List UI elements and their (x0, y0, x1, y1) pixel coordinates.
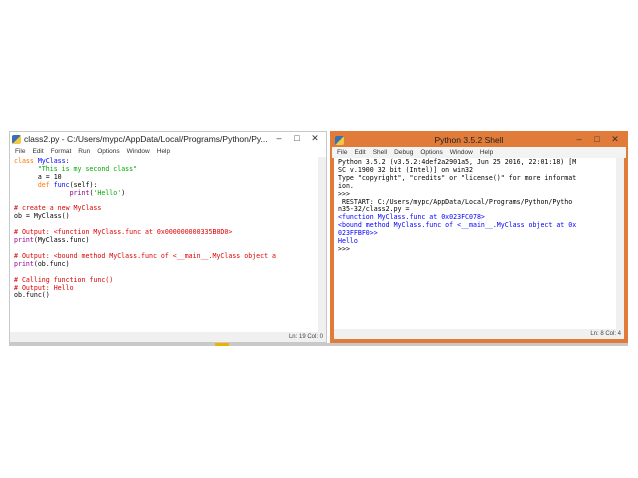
code-editor-area[interactable]: class MyClass: "This is my second class"… (10, 157, 318, 332)
code-line: Type "copyright", "credits" or "license(… (338, 173, 614, 183)
code-line: print('Hello') (14, 188, 314, 198)
maximize-icon[interactable]: □ (288, 133, 306, 144)
code-line: ion. (338, 181, 614, 191)
code-token: (MyClass.func) (33, 236, 90, 245)
code-line: # Output: Hello (14, 283, 314, 293)
editor-titlebar[interactable]: class2.py - C:/Users/mypc/AppData/Local/… (10, 132, 326, 146)
code-line: 023FFBF0>> (338, 229, 614, 238)
shell-scrollbar[interactable] (616, 158, 624, 331)
code-token: # Output: <bound method MyClass.func of … (14, 251, 277, 260)
code-token: RESTART: C:/Users/mypc/AppData/Local/Pro… (338, 197, 573, 206)
code-token: Python 3.5.2 (v3.5.2:4def2a2901a5, Jun 2… (338, 158, 577, 166)
code-token: ob.func() (14, 291, 50, 300)
minimize-icon[interactable]: – (270, 133, 288, 144)
minimize-icon[interactable]: – (570, 134, 588, 145)
code-token: a = 10 (14, 172, 62, 181)
code-line: print(MyClass.func) (14, 236, 314, 245)
menu-window[interactable]: Window (127, 148, 150, 155)
code-token: Hello (338, 237, 358, 246)
code-token: MyClass (37, 157, 66, 165)
menu-debug[interactable]: Debug (394, 149, 413, 156)
code-line: >>> (338, 244, 614, 254)
code-token: n35-32/class2.py = (338, 205, 410, 214)
maximize-icon[interactable]: □ (588, 134, 606, 145)
shell-output-area[interactable]: Python 3.5.2 (v3.5.2:4def2a2901a5, Jun 2… (334, 158, 618, 331)
close-icon[interactable]: ✕ (306, 133, 324, 144)
menu-help[interactable]: Help (157, 148, 170, 155)
code-token: # Output: Hello (14, 283, 74, 292)
code-line: ob.func() (14, 291, 314, 300)
menu-format[interactable]: Format (51, 148, 72, 155)
code-token: def (37, 180, 54, 189)
code-token: func (53, 180, 70, 189)
code-line: ob = MyClass() (14, 212, 314, 221)
menu-options[interactable]: Options (97, 148, 119, 155)
code-token: (ob.func) (33, 259, 70, 268)
menu-window[interactable]: Window (450, 149, 473, 156)
taskbar-strip (9, 343, 628, 346)
code-token: ob = MyClass() (14, 212, 70, 221)
code-token: "This is my second class" (37, 164, 138, 173)
shell-status: Ln: 8 Col: 4 (334, 329, 624, 339)
editor-window[interactable]: class2.py - C:/Users/mypc/AppData/Local/… (9, 131, 327, 343)
menu-file[interactable]: File (15, 148, 25, 155)
shell-menubar: File Edit Shell Debug Options Window Hel… (332, 147, 626, 158)
code-token: Type "copyright", "credits" or "license(… (338, 173, 577, 182)
code-token: # Calling function func() (14, 275, 114, 284)
shell-title: Python 3.5.2 Shell (434, 135, 504, 145)
code-token: 023FFBF0>> (338, 229, 378, 238)
code-token: class (14, 157, 38, 165)
code-token: ion. (338, 181, 354, 190)
code-token: ) (121, 188, 126, 197)
code-token: print (69, 188, 90, 197)
code-line: print(ob.func) (14, 259, 314, 269)
python-idle-icon (12, 134, 21, 144)
code-token: : (65, 157, 70, 165)
code-line: <bound method MyClass.func of <__main__.… (338, 221, 614, 230)
menu-options[interactable]: Options (420, 149, 442, 156)
code-token: # Output: <function MyClass.func at 0x00… (14, 228, 233, 237)
editor-title: class2.py - C:/Users/mypc/AppData/Local/… (24, 134, 268, 144)
shell-window[interactable]: Python 3.5.2 Shell – □ ✕ File Edit Shell… (330, 131, 628, 343)
editor-status: Ln: 19 Col: 0 (10, 332, 326, 342)
menu-help[interactable]: Help (480, 149, 493, 156)
code-token: print (14, 259, 34, 268)
menu-file[interactable]: File (337, 149, 347, 156)
code-token: <bound method MyClass.func of <__main__.… (338, 221, 577, 230)
close-icon[interactable]: ✕ (606, 134, 624, 145)
menu-shell[interactable]: Shell (373, 149, 387, 156)
code-token: >>> (338, 189, 354, 198)
shell-titlebar[interactable]: Python 3.5.2 Shell – □ ✕ (332, 133, 626, 147)
menu-edit[interactable]: Edit (354, 149, 365, 156)
code-token: 'Hello' (93, 188, 122, 197)
code-token: (self): (69, 180, 98, 189)
code-token: SC v.1900 32 bit (Intel)] on win32 (338, 165, 473, 174)
code-token: >>> (338, 244, 354, 253)
menu-edit[interactable]: Edit (32, 148, 43, 155)
code-token: <function MyClass.func at 0x023FC078> (338, 213, 485, 222)
editor-menubar: File Edit Format Run Options Window Help (10, 146, 326, 157)
code-line: Hello (338, 237, 614, 246)
menu-run[interactable]: Run (78, 148, 90, 155)
code-token: print (14, 236, 34, 245)
taskbar-active-indicator (215, 343, 229, 346)
code-token: # create a new MyClass (14, 204, 102, 213)
editor-scrollbar[interactable] (318, 157, 326, 332)
